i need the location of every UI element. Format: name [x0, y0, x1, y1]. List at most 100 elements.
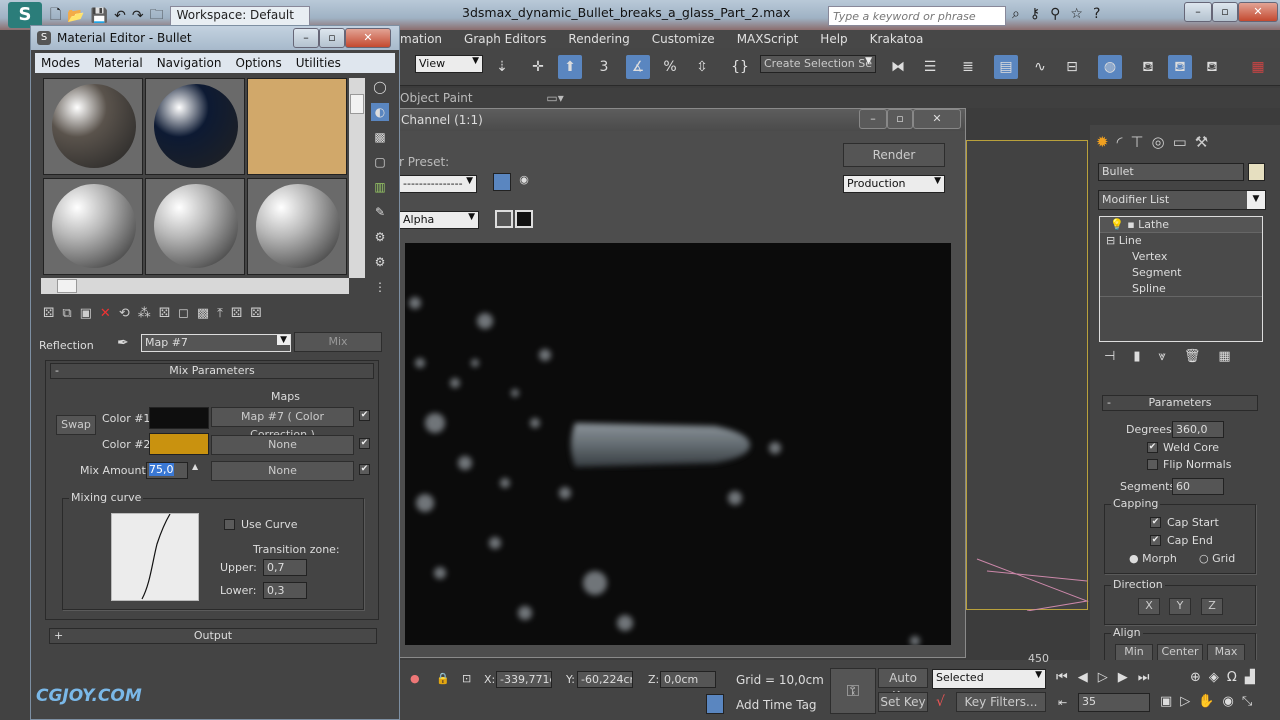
key-icon[interactable]: ⚷: [1030, 6, 1040, 22]
stack-item-vertex[interactable]: Vertex: [1100, 249, 1262, 265]
slots-vertical-scrollbar[interactable]: [349, 78, 365, 278]
color1-swatch[interactable]: [149, 407, 209, 429]
pick-material-icon[interactable]: ⚄: [250, 306, 261, 321]
color2-map-checkbox[interactable]: ✔: [359, 438, 370, 449]
z-coordinate-field[interactable]: 0,0cm: [660, 671, 716, 688]
scene-explorer-icon[interactable]: ▤: [994, 55, 1018, 79]
render-minimize-button[interactable]: –: [859, 109, 887, 129]
sample-slot[interactable]: [145, 178, 245, 275]
mono-channel-icon[interactable]: [495, 210, 513, 228]
backlight-icon[interactable]: ◐: [371, 103, 389, 121]
x-coordinate-field[interactable]: -339,771cm: [496, 671, 552, 688]
sample-slot[interactable]: [43, 178, 143, 275]
search-input[interactable]: Type a keyword or phrase: [828, 6, 1006, 26]
direction-x-button[interactable]: X: [1138, 598, 1160, 615]
save-icon[interactable]: 💾: [91, 8, 108, 24]
render-button[interactable]: Render: [843, 143, 945, 167]
make-unique-icon[interactable]: ⁂: [138, 306, 151, 321]
uv-tiling-icon[interactable]: ▢: [371, 153, 389, 171]
stack-item-spline[interactable]: Spline: [1100, 281, 1262, 297]
set-key-mode-button[interactable]: ⚿: [830, 668, 876, 714]
direction-z-button[interactable]: Z: [1201, 598, 1223, 615]
workspace-dropdown[interactable]: Workspace: Default: [169, 6, 310, 26]
save-preset-icon[interactable]: ◉: [515, 173, 533, 191]
motion-tab-icon[interactable]: ◎: [1151, 133, 1164, 151]
grid-radio[interactable]: ○ Grid: [1199, 552, 1235, 565]
color2-swatch[interactable]: [149, 433, 209, 455]
menu-help[interactable]: Help: [820, 30, 847, 48]
mix-parameters-rollout-header[interactable]: - Mix Parameters: [50, 363, 374, 379]
pan-icon[interactable]: ✋: [1198, 694, 1214, 709]
transform-gizmo-icon[interactable]: ✛: [526, 55, 550, 79]
med-close-button[interactable]: ✕: [345, 28, 391, 48]
menu-rendering[interactable]: Rendering: [568, 30, 629, 48]
render-mode-dropdown[interactable]: Production ▼: [843, 175, 945, 193]
swap-button[interactable]: Swap: [56, 415, 96, 435]
undo-icon[interactable]: ↶: [114, 8, 126, 24]
key-mode-dropdown[interactable]: Selected ▼: [932, 669, 1046, 689]
angle-snap-icon[interactable]: ∡: [626, 55, 650, 79]
morph-radio[interactable]: ● Morph: [1129, 552, 1177, 565]
binoculars-icon[interactable]: ⌕: [1012, 6, 1020, 22]
parameters-rollout-header[interactable]: - Parameters: [1102, 395, 1258, 411]
align-max-button[interactable]: Max: [1207, 644, 1245, 661]
orbit-subobject-icon[interactable]: ◉: [1222, 694, 1233, 709]
rendered-frame-window-icon[interactable]: ⛾: [1168, 55, 1192, 79]
make-preview-icon[interactable]: ✎: [371, 203, 389, 221]
display-tab-icon[interactable]: ▭: [1173, 133, 1187, 151]
load-preset-icon[interactable]: [493, 173, 511, 191]
background-icon[interactable]: ▩: [371, 128, 389, 146]
sample-type-icon[interactable]: ◯: [371, 78, 389, 96]
next-frame-icon[interactable]: ▶: [1118, 670, 1128, 685]
menu-options[interactable]: Options: [235, 53, 281, 73]
schematic-view-icon[interactable]: ⊟: [1060, 55, 1084, 79]
show-map-icon[interactable]: ▩: [197, 306, 209, 321]
key-mode-toggle-icon[interactable]: ⇤: [1058, 696, 1067, 709]
reference-coord-dropdown[interactable]: View ▼: [415, 55, 483, 73]
absolute-mode-icon[interactable]: ⊡: [462, 672, 471, 685]
align-icon[interactable]: ☰: [918, 55, 942, 79]
go-to-parent-icon[interactable]: ⤒: [217, 306, 223, 321]
clear-icon[interactable]: [515, 210, 533, 228]
use-curve-checkbox[interactable]: [224, 519, 235, 530]
time-tag-icon[interactable]: [706, 694, 724, 714]
menu-animation[interactable]: mation: [400, 30, 442, 48]
maximize-viewport-icon[interactable]: ▟: [1245, 670, 1255, 685]
mirror-icon[interactable]: ⧓: [886, 55, 910, 79]
go-forward-sibling-icon[interactable]: ⚄: [231, 306, 242, 321]
create-tab-icon[interactable]: ✹: [1096, 133, 1109, 151]
open-file-icon[interactable]: 📂: [67, 8, 84, 24]
key-filters-button[interactable]: Key Filters...: [956, 692, 1046, 712]
pivot-icon[interactable]: ⇣: [490, 55, 514, 79]
auto-key-button[interactable]: Auto Key: [878, 668, 928, 703]
render-close-button[interactable]: ✕: [913, 109, 961, 129]
edit-named-selection-icon[interactable]: {}: [728, 55, 752, 79]
sample-slot[interactable]: [247, 78, 347, 175]
previous-frame-icon[interactable]: ◀: [1078, 670, 1088, 685]
maximize-toggle-icon[interactable]: ⤡: [1242, 694, 1252, 709]
named-selection-dropdown[interactable]: Create Selection Se ▼: [760, 55, 876, 73]
isolate-icon[interactable]: ●: [410, 672, 420, 685]
add-time-tag[interactable]: Add Time Tag: [736, 698, 817, 712]
go-to-end-icon[interactable]: ⏭: [1138, 670, 1150, 685]
minimize-button[interactable]: –: [1184, 2, 1212, 22]
percent-snap-icon[interactable]: %: [658, 55, 682, 79]
material-navigator-icon[interactable]: ⋮: [371, 278, 389, 296]
menu-customize[interactable]: Customize: [652, 30, 715, 48]
render-production-icon[interactable]: ⛾: [1200, 55, 1224, 79]
med-maximize-button[interactable]: ▫: [319, 28, 345, 48]
segments-spinner[interactable]: 60: [1172, 478, 1224, 495]
hierarchy-tab-icon[interactable]: ⊤: [1130, 133, 1143, 151]
degrees-spinner[interactable]: 360,0: [1172, 421, 1224, 438]
satellite-icon[interactable]: ⚲: [1050, 6, 1060, 22]
object-name-field[interactable]: Bullet: [1098, 163, 1244, 181]
time-config-icon[interactable]: ▣: [1160, 694, 1172, 709]
spinner-arrows-icon[interactable]: ▲: [192, 462, 198, 471]
options-icon[interactable]: ⚙: [371, 228, 389, 246]
make-unique-icon[interactable]: ⩔: [1158, 349, 1165, 364]
stack-item-line[interactable]: ⊟ Line: [1100, 233, 1262, 249]
sample-slot[interactable]: [145, 78, 245, 175]
ribbon-toggle-icon[interactable]: ▦: [1246, 55, 1270, 79]
modifier-list-dropdown[interactable]: Modifier List ▼: [1098, 190, 1266, 210]
cap-end-checkbox[interactable]: ✔: [1150, 535, 1161, 546]
